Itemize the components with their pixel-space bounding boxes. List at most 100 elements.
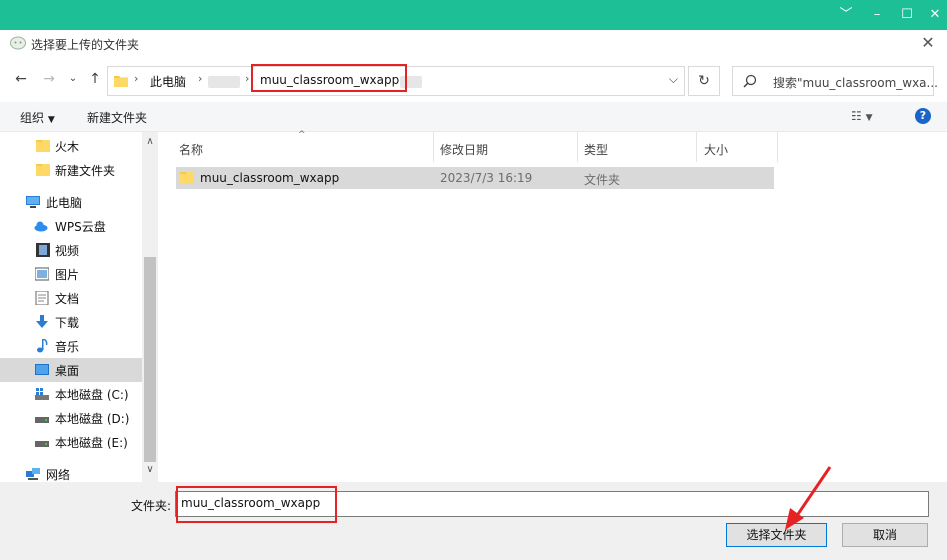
command-toolbar: 组织 ▼ 新建文件夹 ☷ ▼ ?: [0, 102, 947, 132]
view-options-icon[interactable]: ☷ ▼: [851, 109, 873, 123]
select-folder-button[interactable]: 选择文件夹: [726, 523, 827, 547]
sidebar-item-label: 新建文件夹: [55, 164, 116, 178]
help-icon[interactable]: ?: [915, 108, 931, 124]
column-header-size[interactable]: 大小: [704, 141, 728, 158]
sort-ascending-icon: ^: [298, 130, 306, 140]
sidebar-item-label: 文档: [55, 292, 80, 306]
search-placeholder: 搜索"muu_classroom_wxa...: [773, 76, 938, 90]
app-title-bar: ﹀ – ☐ ✕: [0, 0, 947, 30]
sidebar-item-downloads[interactable]: 下载: [0, 310, 142, 334]
back-arrow-icon[interactable]: ←: [12, 70, 30, 88]
drive-icon: [35, 441, 49, 447]
breadcrumb-this-pc[interactable]: 此电脑: [150, 73, 186, 90]
navigation-pane: 火木 新建文件夹 此电脑 WPS云盘 视频 图片 文档 下载 音乐 桌面 本地磁…: [0, 132, 158, 482]
sidebar-item-drive-e[interactable]: 本地磁盘 (E:): [0, 430, 142, 454]
chevron-down-icon: ▼: [47, 115, 55, 125]
sidebar-item-drive-c[interactable]: 本地磁盘 (C:): [0, 382, 142, 406]
folder-icon: [114, 76, 128, 87]
breadcrumb-separator-icon: ›: [198, 72, 203, 85]
sidebar-item-this-pc[interactable]: 此电脑: [0, 190, 142, 214]
breadcrumb-separator-icon: ›: [134, 72, 139, 85]
column-divider[interactable]: [696, 132, 697, 162]
sidebar-item-label: 本地磁盘 (D:): [55, 412, 130, 426]
column-header-type[interactable]: 类型: [584, 141, 608, 158]
chevron-down-icon: ▼: [865, 113, 873, 123]
column-divider[interactable]: [577, 132, 578, 162]
minimize-button[interactable]: –: [862, 5, 892, 25]
music-icon: [37, 339, 48, 353]
sidebar-item-label: WPS云盘: [55, 220, 106, 234]
cancel-button[interactable]: 取消: [842, 523, 928, 547]
file-name: muu_classroom_wxapp: [200, 171, 340, 185]
cloud-icon: [34, 221, 48, 232]
scroll-down-icon[interactable]: ∨: [142, 464, 158, 475]
download-icon: [36, 315, 48, 328]
sidebar-item-network[interactable]: 网络: [0, 462, 142, 482]
desktop-icon: [35, 364, 49, 375]
column-divider[interactable]: [777, 132, 778, 162]
folder-icon: [36, 140, 50, 152]
sidebar-item-label: 音乐: [55, 340, 80, 354]
sidebar-item-label: 火木: [55, 140, 80, 154]
sidebar-item-wps-cloud[interactable]: WPS云盘: [0, 214, 142, 238]
organize-menu[interactable]: 组织 ▼: [20, 109, 55, 126]
sidebar-scrollbar[interactable]: ∧ ∨: [142, 132, 158, 482]
navigation-bar: ← → ⌄ ↑ › 此电脑 › › muu_classroom_wxapp ⌵ …: [0, 58, 947, 102]
address-dropdown-icon[interactable]: ⌵: [669, 72, 678, 87]
sidebar-item-label: 桌面: [55, 364, 80, 378]
sidebar-item-label: 本地磁盘 (C:): [55, 388, 129, 402]
video-icon: [36, 243, 50, 257]
sidebar-item-label: 视频: [55, 244, 80, 258]
collapse-button[interactable]: ﹀: [831, 5, 861, 25]
dialog-footer: 文件夹: muu_classroom_wxapp 选择文件夹 取消: [0, 482, 947, 560]
scroll-up-icon[interactable]: ∧: [142, 136, 158, 147]
file-list: ^ 名称 修改日期 类型 大小 muu_classroom_wxapp 2023…: [158, 130, 947, 482]
folder-icon: [36, 164, 50, 176]
sidebar-item-label: 本地磁盘 (E:): [55, 436, 128, 450]
column-header-name[interactable]: 名称: [179, 141, 203, 158]
column-header-modified[interactable]: 修改日期: [440, 141, 488, 158]
sidebar-item-videos[interactable]: 视频: [0, 238, 142, 262]
annotation-highlight-folder-input: [176, 486, 337, 523]
table-row[interactable]: muu_classroom_wxapp 2023/7/3 16:19 文件夹: [176, 167, 774, 189]
search-icon: [743, 74, 757, 88]
folder-field-label: 文件夹:: [131, 499, 172, 513]
sidebar-item-label: 网络: [46, 468, 71, 482]
app-logo-icon: [10, 36, 26, 50]
system-drive-icon: [35, 388, 49, 400]
sidebar-item-label: 此电脑: [46, 196, 83, 210]
folder-icon: [180, 172, 194, 184]
sidebar-item-documents[interactable]: 文档: [0, 286, 142, 310]
sidebar-item-music[interactable]: 音乐: [0, 334, 142, 358]
sidebar-item-desktop[interactable]: 桌面: [0, 358, 142, 382]
close-window-button[interactable]: ✕: [920, 5, 947, 25]
redacted-breadcrumb: [208, 76, 240, 88]
sidebar-item-pictures[interactable]: 图片: [0, 262, 142, 286]
network-icon: [26, 468, 40, 480]
refresh-icon[interactable]: ↻: [688, 66, 720, 96]
up-arrow-icon[interactable]: ↑: [86, 70, 104, 88]
scrollbar-thumb[interactable]: [144, 257, 156, 462]
column-divider[interactable]: [433, 132, 434, 162]
drive-icon: [35, 417, 49, 423]
computer-icon: [26, 196, 40, 208]
search-input[interactable]: 搜索"muu_classroom_wxa...: [732, 66, 938, 96]
sidebar-item-drive-d[interactable]: 本地磁盘 (D:): [0, 406, 142, 430]
dialog-close-button[interactable]: ✕: [919, 33, 937, 53]
file-modified: 2023/7/3 16:19: [440, 171, 533, 185]
sidebar-item-label: 图片: [55, 268, 80, 282]
document-icon: [35, 291, 49, 305]
sidebar-item-huomu[interactable]: 火木: [0, 134, 142, 158]
maximize-button[interactable]: ☐: [892, 5, 922, 25]
sidebar-item-new-folder[interactable]: 新建文件夹: [0, 158, 142, 182]
dialog-title-bar: 选择要上传的文件夹 ✕: [0, 30, 947, 58]
recent-locations-chevron-icon[interactable]: ⌄: [64, 70, 82, 88]
annotation-highlight-address: [251, 64, 407, 92]
new-folder-button[interactable]: 新建文件夹: [87, 109, 147, 126]
breadcrumb-separator-icon: ›: [245, 72, 250, 85]
dialog-title: 选择要上传的文件夹: [31, 38, 140, 52]
forward-arrow-icon[interactable]: →: [40, 70, 58, 88]
file-type: 文件夹: [584, 173, 621, 187]
picture-icon: [35, 267, 49, 281]
sidebar-item-label: 下载: [55, 316, 80, 330]
